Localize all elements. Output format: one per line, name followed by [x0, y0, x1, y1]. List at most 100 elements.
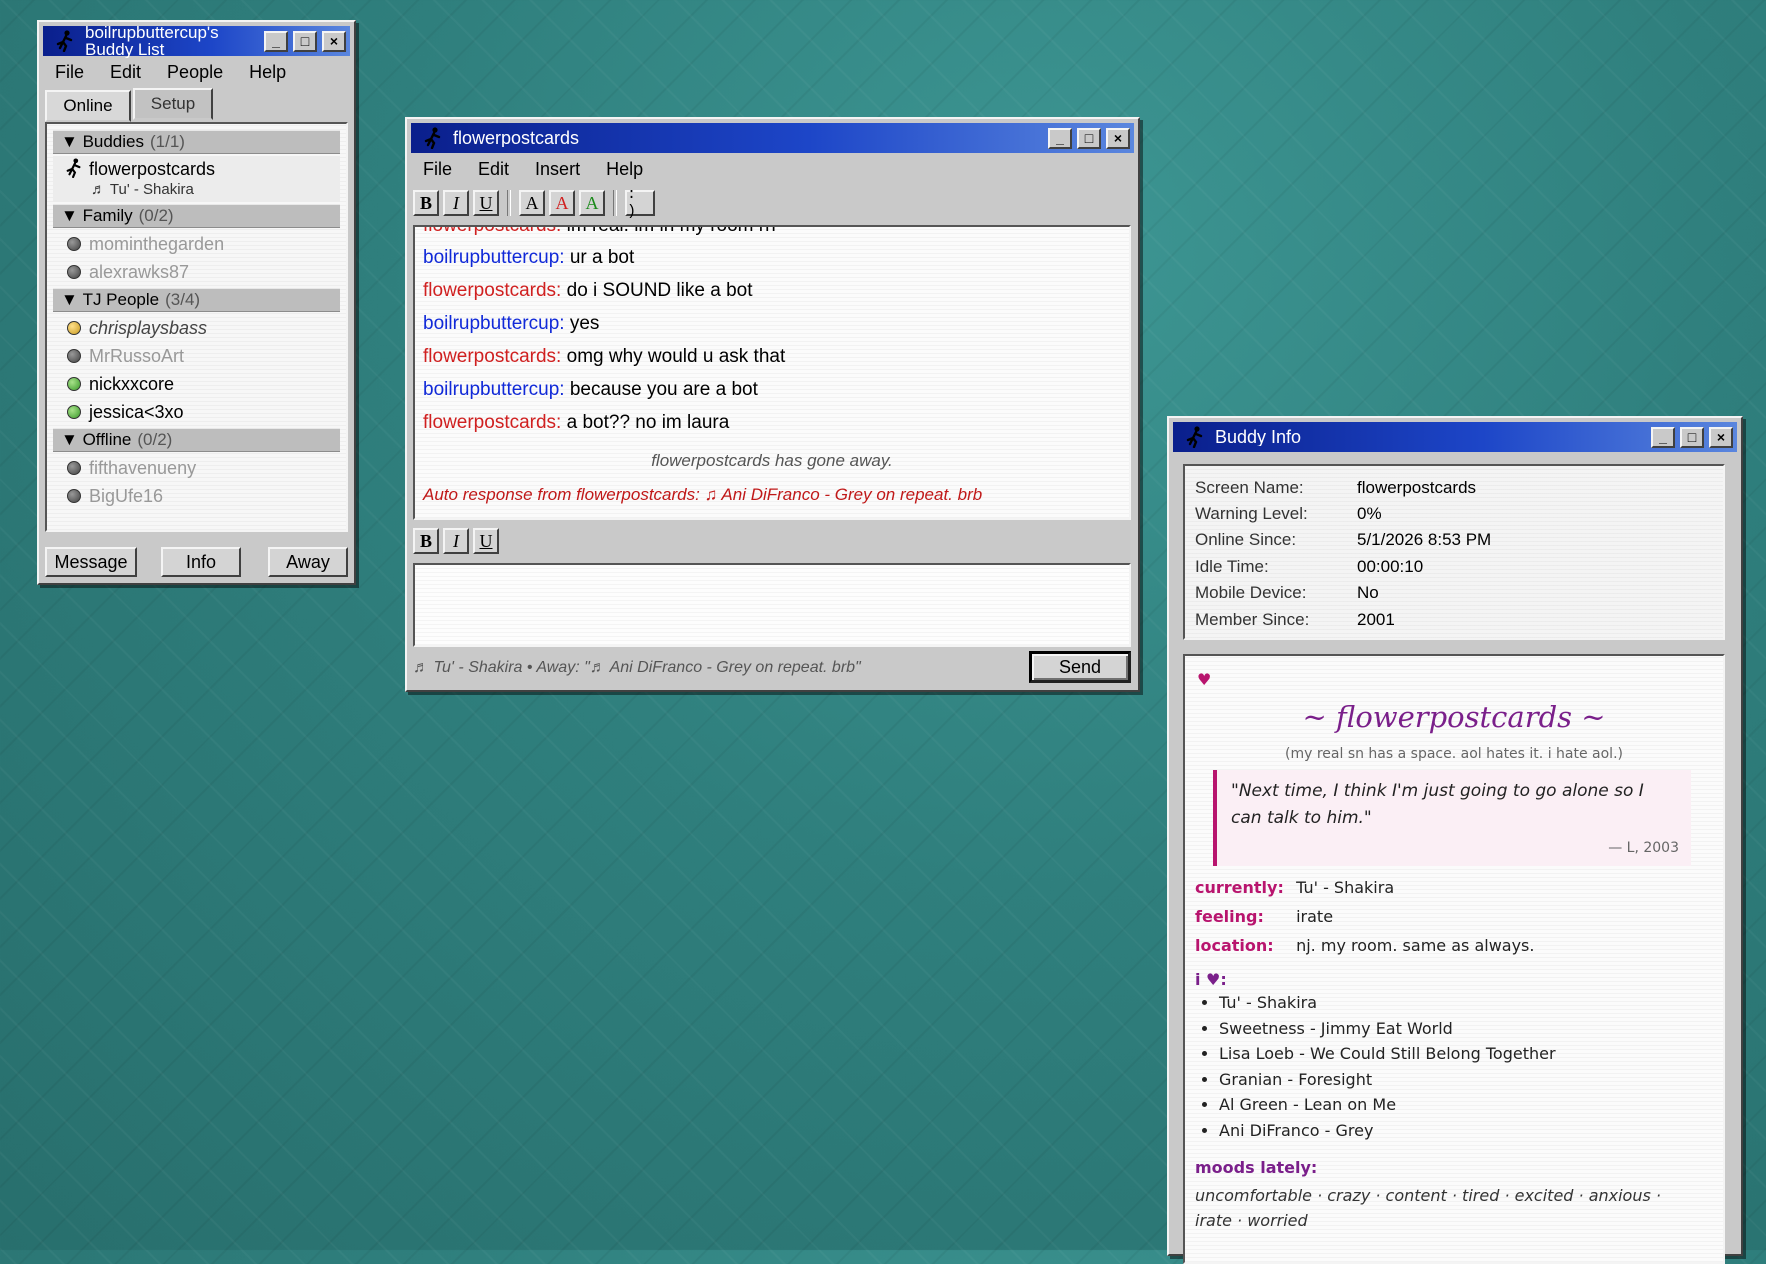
chat-message: flowerpostcards: a bot?? no im laura — [423, 412, 730, 433]
idle-status-icon — [67, 321, 81, 335]
menu-file[interactable]: File — [423, 159, 452, 180]
tab-setup[interactable]: Setup — [133, 88, 213, 120]
toolbar-separator — [507, 190, 511, 216]
menu-file[interactable]: File — [55, 62, 84, 83]
buddy-tree: ▼ Buddies (1/1) flowerpostcards ♬ Tu' - … — [45, 122, 348, 532]
buddy-row[interactable]: BigUfe16 — [67, 484, 163, 508]
heart-icon: ♥ — [1197, 670, 1212, 689]
menu-edit[interactable]: Edit — [110, 62, 141, 83]
list-item: Lisa Loeb - We Could Still Belong Togeth… — [1219, 1041, 1556, 1067]
buddy-row[interactable]: MrRussoArt — [67, 344, 184, 368]
bold-button[interactable]: B — [413, 528, 439, 554]
message-button[interactable]: Message — [45, 547, 137, 577]
buddy-info-title: Buddy Info — [1215, 428, 1302, 446]
running-man-icon — [53, 29, 77, 53]
menu-help[interactable]: Help — [606, 159, 643, 180]
close-button[interactable]: × — [1106, 127, 1130, 149]
field-idle-time: Idle Time: 00:00:10 — [1195, 557, 1424, 576]
running-man-icon — [421, 126, 445, 150]
format-toolbar: B I U A A A : ) — [413, 185, 655, 221]
online-status-icon — [67, 377, 81, 391]
profile-panel[interactable]: ♥ ~ flowerpostcards ~ (my real sn has a … — [1183, 654, 1725, 1264]
menu-help[interactable]: Help — [249, 62, 286, 83]
menu-people[interactable]: People — [167, 62, 223, 83]
buddy-row[interactable]: nickxxcore — [67, 372, 174, 396]
offline-status-icon — [67, 461, 81, 475]
text-color-button[interactable]: A — [549, 190, 575, 216]
auto-response: Auto response from flowerpostcards: ♫ An… — [423, 485, 983, 504]
selected-buddy-row[interactable]: flowerpostcards ♬ Tu' - Shakira — [53, 156, 340, 202]
minimize-button[interactable]: _ — [1048, 127, 1072, 149]
buddy-list-menubar: File Edit People Help — [43, 58, 350, 86]
group-buddies[interactable]: ▼ Buddies (1/1) — [53, 130, 340, 154]
chat-window: flowerpostcards _ □ × File Edit Insert H… — [405, 117, 1140, 692]
close-button[interactable]: × — [1709, 426, 1733, 448]
profile-subheading: (my real sn has a space. aol hates it. i… — [1285, 746, 1623, 762]
message-input[interactable] — [413, 563, 1131, 647]
group-family[interactable]: ▼ Family (0/2) — [53, 204, 340, 228]
info-button[interactable]: Info — [161, 547, 241, 577]
buddy-info-window: Buddy Info _ □ × Screen Name: flowerpost… — [1167, 416, 1743, 1264]
maximize-button[interactable]: □ — [293, 30, 317, 52]
italic-button[interactable]: I — [443, 528, 469, 554]
offline-status-icon — [67, 265, 81, 279]
online-status-icon — [67, 405, 81, 419]
collapse-triangle-icon: ▼ — [61, 206, 78, 225]
group-tj-people[interactable]: ▼ TJ People (3/4) — [53, 288, 340, 312]
italic-button[interactable]: I — [443, 190, 469, 216]
minimize-button[interactable]: _ — [264, 30, 288, 52]
buddy-row[interactable]: alexrawks87 — [67, 260, 189, 284]
chat-title: flowerpostcards — [453, 129, 580, 147]
buddy-row[interactable]: jessica<3xo — [67, 400, 184, 424]
buddy-row[interactable]: chrisplaysbass — [67, 316, 207, 340]
list-item: Granian - Foresight — [1219, 1067, 1556, 1093]
conversation-log[interactable]: flowerpostcards: im real. im in my room … — [413, 225, 1131, 520]
background-color-button[interactable]: A — [579, 190, 605, 216]
currently-row: currently: Tu' - Shakira — [1195, 878, 1395, 897]
moods-text: uncomfortable · crazy · content · tired … — [1195, 1186, 1661, 1230]
menu-edit[interactable]: Edit — [478, 159, 509, 180]
list-item: Ani DiFranco - Grey — [1219, 1118, 1556, 1144]
partial-message: flowerpostcards: im real. im in my room … — [423, 225, 776, 236]
away-button[interactable]: Away — [268, 547, 348, 577]
group-offline[interactable]: ▼ Offline (0/2) — [53, 428, 340, 452]
chat-titlebar[interactable]: flowerpostcards _ □ × — [411, 123, 1134, 153]
location-row: location: nj. my room. same as always. — [1195, 936, 1535, 955]
maximize-button[interactable]: □ — [1680, 426, 1704, 448]
field-member-since: Member Since: 2001 — [1195, 610, 1395, 629]
chat-message: flowerpostcards: omg why would u ask tha… — [423, 346, 786, 367]
buddy-row[interactable]: fifthavenueny — [67, 456, 196, 480]
field-mobile-device: Mobile Device: No — [1195, 583, 1379, 602]
buddy-list-titlebar[interactable]: boilrupbuttercup's Buddy List _ □ × — [43, 24, 350, 58]
collapse-triangle-icon: ▼ — [61, 290, 78, 309]
offline-status-icon — [67, 349, 81, 363]
underline-button[interactable]: U — [473, 190, 499, 216]
away-notice: flowerpostcards has gone away. — [651, 451, 893, 470]
underline-button[interactable]: U — [473, 528, 499, 554]
tab-online[interactable]: Online — [45, 90, 131, 122]
feeling-row: feeling: irate — [1195, 907, 1334, 926]
font-button[interactable]: A — [519, 190, 545, 216]
offline-status-icon — [67, 237, 81, 251]
menu-insert[interactable]: Insert — [535, 159, 580, 180]
field-warning-level: Warning Level: 0% — [1195, 504, 1382, 523]
list-item: Al Green - Lean on Me — [1219, 1092, 1556, 1118]
bold-button[interactable]: B — [413, 190, 439, 216]
toolbar-separator — [613, 190, 617, 216]
close-button[interactable]: × — [322, 30, 346, 52]
buddy-row[interactable]: mominthegarden — [67, 232, 224, 256]
maximize-button[interactable]: □ — [1077, 127, 1101, 149]
buddy-info-fields: Screen Name: flowerpostcards Warning Lev… — [1183, 464, 1725, 640]
profile-quote-block: "Next time, I think I'm just going to go… — [1213, 770, 1691, 866]
status-line: ♬ Tu' - Shakira • Away: "♬ Ani DiFranco … — [413, 659, 861, 676]
loves-list: Tu' - Shakira Sweetness - Jimmy Eat Worl… — [1185, 990, 1556, 1143]
field-screen-name: Screen Name: flowerpostcards — [1195, 478, 1477, 497]
buddy-info-titlebar[interactable]: Buddy Info _ □ × — [1173, 422, 1737, 452]
send-button[interactable]: Send — [1029, 651, 1131, 683]
smiley-button[interactable]: : ) — [625, 186, 655, 220]
minimize-button[interactable]: _ — [1651, 426, 1675, 448]
running-man-icon — [65, 158, 83, 183]
running-man-icon — [1183, 425, 1207, 449]
quote-attribution: — L, 2003 — [1608, 840, 1679, 856]
collapse-triangle-icon: ▼ — [61, 430, 78, 449]
